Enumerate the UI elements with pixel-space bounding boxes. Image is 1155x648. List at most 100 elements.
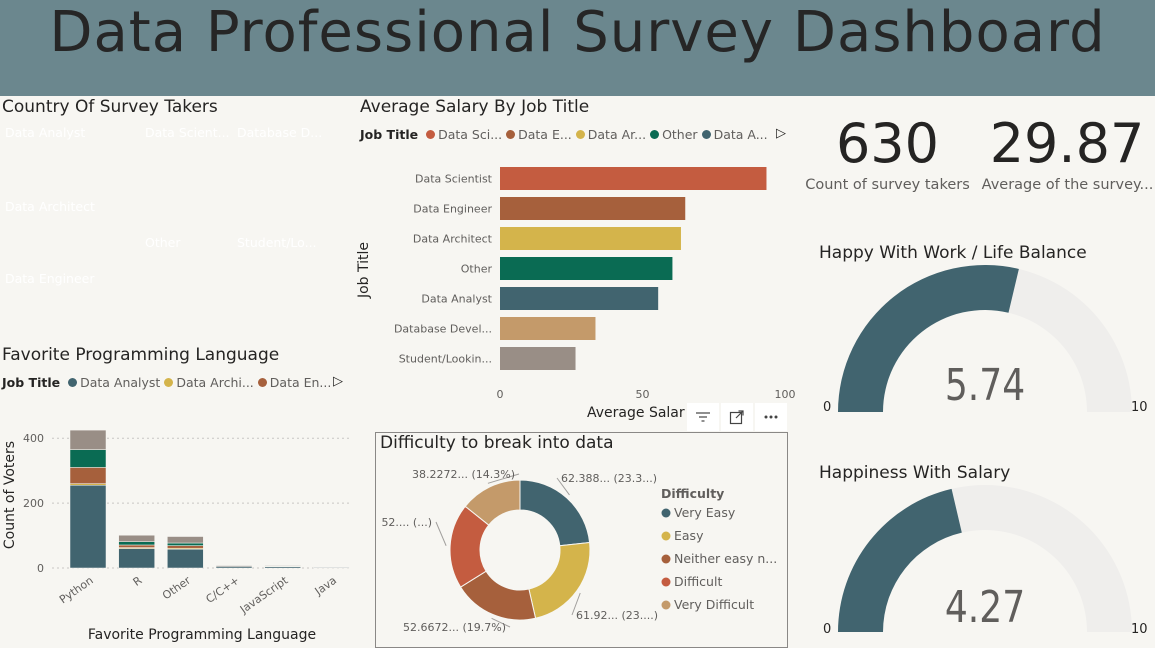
legend-dot xyxy=(506,130,516,139)
donut-legend-dot xyxy=(661,554,671,564)
treemap-title: Country Of Survey Takers xyxy=(2,97,218,117)
donut-data-label: 61.92... (23....) xyxy=(576,609,658,622)
legend-dot xyxy=(650,130,660,139)
donut-legend-dot xyxy=(661,508,671,518)
donut-data-label: 52.... (...) xyxy=(381,516,432,529)
donut-data-label: 62.388... (23.3...) xyxy=(561,472,657,485)
donut-slice xyxy=(519,479,591,547)
donut-legend-title: Difficulty xyxy=(661,486,724,501)
salary-legend-item[interactable]: Data Sci... xyxy=(426,127,502,142)
lang-legend-title: Job Title xyxy=(2,375,61,390)
kpi-count-label: Count of survey takers xyxy=(805,177,970,193)
salary-legend-item[interactable]: Data Ar... xyxy=(575,127,646,142)
salary-bar xyxy=(500,227,681,250)
lang-bar-segment xyxy=(69,429,107,450)
gauge-work-max: 10 xyxy=(1131,400,1148,415)
salary-category-label: Data Scientist xyxy=(415,173,493,186)
salary-bar xyxy=(500,317,596,340)
donut-legend-dot xyxy=(661,577,671,587)
salary-bar xyxy=(500,167,767,190)
kpi-count-value: 630 xyxy=(835,112,940,175)
salary-legend-item[interactable]: Data E... xyxy=(506,127,572,142)
lang-bar-segment xyxy=(118,548,155,569)
lang-x-axis-label: Favorite Programming Language xyxy=(88,627,316,643)
treemap-tile-data-engineer[interactable]: Data Engineer xyxy=(0,266,140,340)
salary-bar-chart: Data Scientist Data Engineer Data Architec… xyxy=(356,167,796,421)
lang-bar-segment xyxy=(69,449,107,468)
salary-category-label: Student/Lookin... xyxy=(399,353,492,366)
legend-dot xyxy=(575,130,585,139)
lang-category-label: Python xyxy=(57,574,96,607)
gauge-salary-max: 10 xyxy=(1131,622,1148,637)
lang-bar-segment xyxy=(69,485,107,569)
legend-dot xyxy=(426,130,436,139)
lang-bar-segment xyxy=(118,534,155,542)
kpi-age-value: 29.87 xyxy=(989,112,1145,175)
lang-chart-title: Favorite Programming Language xyxy=(2,345,280,365)
lang-bar-segment xyxy=(167,542,204,546)
lang-category-label: JavaScript xyxy=(237,573,291,616)
donut-title: Difficulty to break into data xyxy=(380,433,614,453)
gauge-work-value: 5.74 xyxy=(944,360,1026,411)
legend-next-arrow-icon[interactable]: ▷ xyxy=(776,126,786,141)
lang-category-label: C/C++ xyxy=(204,574,242,606)
salary-bar xyxy=(500,347,576,370)
treemap-tile-data-architect[interactable]: Data Architect xyxy=(0,194,140,266)
donut-slice xyxy=(528,542,591,619)
donut-legend-label: Difficult xyxy=(674,574,722,589)
legend-next-arrow-icon[interactable]: ▷ xyxy=(333,374,343,389)
legend-dot xyxy=(164,378,174,387)
salary-category-label: Data Architect xyxy=(413,233,493,246)
lang-legend-item[interactable]: Data Analyst xyxy=(68,375,160,390)
gauge-salary-value: 4.27 xyxy=(944,582,1026,633)
salary-legend-item[interactable]: Other xyxy=(650,127,698,142)
salary-bar xyxy=(500,257,673,280)
lang-bar-segment xyxy=(167,536,204,544)
treemap-tile-other[interactable]: Other xyxy=(140,230,232,340)
focus-mode-icon[interactable] xyxy=(721,403,753,431)
lang-bar-segment xyxy=(215,564,253,566)
lang-bar-segment xyxy=(118,541,155,546)
salary-x-tick: 50 xyxy=(636,388,650,401)
legend-dot xyxy=(701,130,711,139)
salary-category-label: Database Devel... xyxy=(394,323,492,336)
filter-icon[interactable] xyxy=(687,403,719,431)
lang-category-label: Java xyxy=(312,574,339,599)
lang-legend-item[interactable]: Data Archi... xyxy=(164,375,254,390)
lang-y-tick: 400 xyxy=(23,432,44,445)
salary-chart-title: Average Salary By Job Title xyxy=(360,97,590,117)
salary-legend: Job Title Data Sci... Data E... Data Ar.… xyxy=(360,127,772,142)
salary-y-axis-label: Job Title xyxy=(356,242,372,299)
lang-legend: Job Title Data Analyst Data Archi... Dat… xyxy=(2,375,335,390)
lang-bar-segment xyxy=(69,467,107,484)
lang-category-label: Other xyxy=(160,574,193,603)
legend-dot xyxy=(257,378,267,387)
donut-data-label: 52.6672... (19.7%) xyxy=(403,621,506,634)
gauge-work-min: 0 xyxy=(823,400,832,415)
lang-bar-segment xyxy=(167,548,204,569)
donut-legend-label: Very Difficult xyxy=(674,597,754,612)
salary-x-tick: 100 xyxy=(775,388,796,401)
legend-dot xyxy=(68,378,78,387)
treemap-tile-data-scientist[interactable]: Data Scient... xyxy=(140,120,232,230)
salary-bar xyxy=(500,287,659,310)
treemap: Data Analyst Data Architect Data Enginee… xyxy=(0,120,325,340)
lang-bar-segment xyxy=(118,544,155,548)
salary-x-axis-label: Average Salar xyxy=(587,405,685,421)
treemap-tile-database-developer[interactable]: Database D... xyxy=(232,120,325,230)
treemap-tile-student[interactable]: Student/Lo... xyxy=(232,230,325,340)
donut-legend-label: Very Easy xyxy=(674,505,736,520)
more-options-icon[interactable] xyxy=(755,403,787,431)
donut-legend-label: Easy xyxy=(674,528,704,543)
donut-leader-line xyxy=(435,521,447,546)
donut-chart: 62.388... (23.3...) 61.92... (23....) 52.6… xyxy=(381,468,777,634)
lang-bar-segment xyxy=(167,545,204,549)
lang-legend-item[interactable]: Data En... xyxy=(257,375,331,390)
salary-category-label: Other xyxy=(461,263,493,276)
treemap-tile-data-analyst[interactable]: Data Analyst xyxy=(0,120,140,194)
salary-category-label: Data Engineer xyxy=(413,203,492,216)
salary-x-tick: 0 xyxy=(497,388,504,401)
salary-legend-item[interactable]: Data A... xyxy=(701,127,768,142)
lang-y-tick: 0 xyxy=(37,562,44,575)
gauge-salary-min: 0 xyxy=(823,622,832,637)
